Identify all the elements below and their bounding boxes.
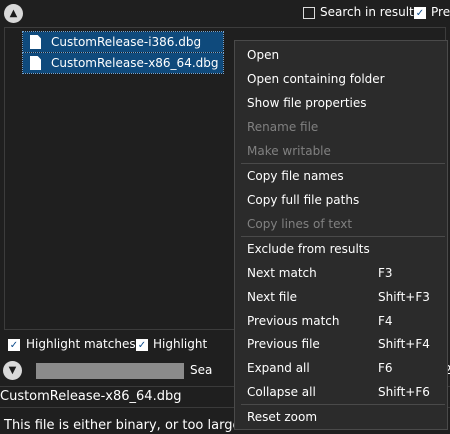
chevron-down-icon: ▼ [8, 364, 17, 376]
file-row[interactable]: CustomRelease-x86_64.dbg [22, 52, 224, 74]
menu-item-previous-file[interactable]: Previous file Shift+F4 [247, 334, 447, 354]
menu-item-copy-full-file-paths[interactable]: Copy full file paths [247, 190, 447, 210]
menu-item-collapse-all[interactable]: Collapse all Shift+F6 [247, 382, 447, 402]
shortcut-label: Shift+F6 [378, 385, 430, 399]
expand-down-button[interactable]: ▼ [3, 361, 22, 380]
menu-item-next-match[interactable]: Next match F3 [247, 263, 447, 283]
shortcut-label: F6 [378, 361, 393, 375]
search-status-text: Sea [190, 363, 213, 377]
preview-filename: CustomRelease-x86_64.dbg [0, 389, 182, 404]
menu-item-copy-file-names[interactable]: Copy file names [247, 166, 447, 186]
context-menu: Open Open containing folder Show file pr… [234, 40, 448, 430]
menu-item-open-containing-folder[interactable]: Open containing folder [247, 69, 447, 89]
search-progress-bar [36, 363, 184, 379]
menu-item-open[interactable]: Open [247, 45, 447, 65]
shortcut-label: Shift+F3 [378, 290, 430, 304]
highlight-matches-checkbox[interactable]: ✓ [8, 339, 20, 351]
preview-checkbox[interactable]: ✓ [414, 7, 426, 19]
search-in-results-checkbox[interactable] [303, 7, 315, 19]
chevron-up-icon: ▲ [9, 7, 18, 19]
preview-label: Pre [431, 5, 450, 19]
file-row[interactable]: CustomRelease-i386.dbg [22, 31, 224, 53]
collapse-up-button[interactable]: ▲ [4, 4, 23, 23]
file-icon [30, 56, 41, 70]
menu-item-rename-file[interactable]: Rename file [247, 117, 447, 137]
highlight-matches-label: Highlight matches [26, 337, 136, 351]
shortcut-label: Shift+F4 [378, 337, 430, 351]
highlight-other-label: Highlight [153, 337, 208, 351]
search-in-results-label: Search in results [320, 5, 420, 19]
menu-separator [241, 163, 445, 164]
menu-separator [241, 236, 445, 237]
file-icon [30, 35, 41, 49]
shortcut-label: F4 [378, 314, 393, 328]
menu-item-exclude-from-results[interactable]: Exclude from results [247, 239, 447, 259]
menu-item-expand-all[interactable]: Expand all F6 [247, 358, 447, 378]
menu-item-reset-zoom[interactable]: Reset zoom [247, 407, 447, 427]
menu-item-next-file[interactable]: Next file Shift+F3 [247, 287, 447, 307]
file-name: CustomRelease-x86_64.dbg [51, 56, 219, 70]
menu-item-copy-lines-of-text[interactable]: Copy lines of text [247, 214, 447, 234]
file-name: CustomRelease-i386.dbg [51, 35, 202, 49]
menu-item-show-file-properties[interactable]: Show file properties [247, 93, 447, 113]
menu-item-previous-match[interactable]: Previous match F4 [247, 311, 447, 331]
menu-separator [241, 404, 445, 405]
menu-item-make-writable[interactable]: Make writable [247, 141, 447, 161]
highlight-other-checkbox[interactable]: ✓ [136, 339, 148, 351]
shortcut-label: F3 [378, 266, 393, 280]
